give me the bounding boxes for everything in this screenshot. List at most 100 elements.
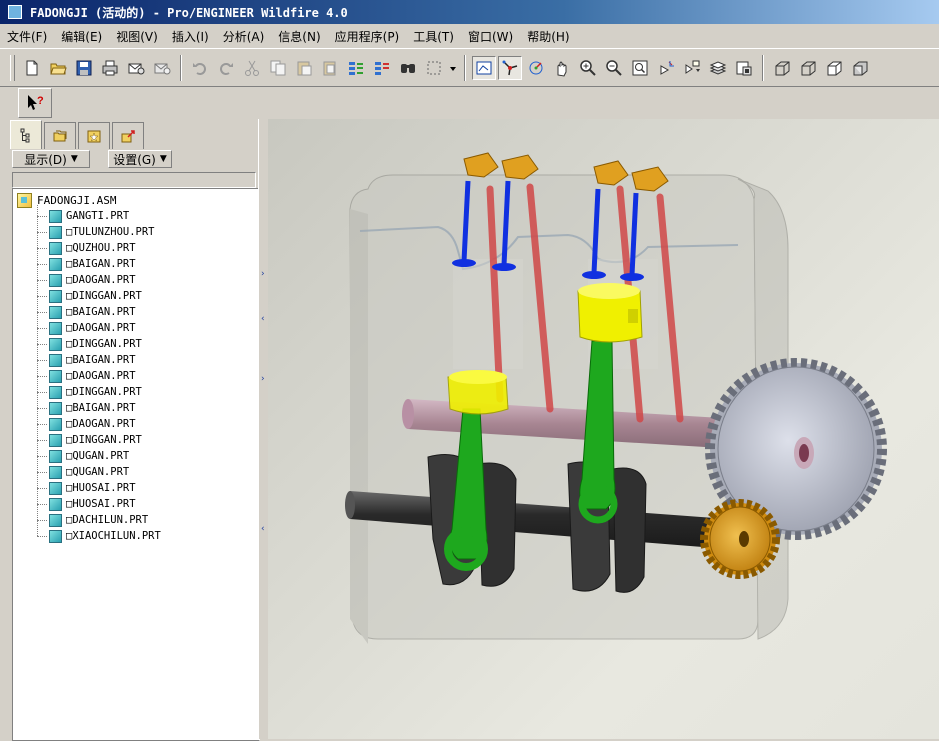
orient-mode-icon[interactable] <box>524 56 548 80</box>
chevron-left-icon[interactable]: ‹ <box>261 314 267 324</box>
view-manager-icon[interactable] <box>732 56 756 80</box>
regen-manager-icon[interactable] <box>370 56 394 80</box>
tree-item[interactable]: □BAIGAN.PRT <box>37 256 136 272</box>
context-help-icon[interactable]: ? <box>18 88 52 118</box>
email-link-icon[interactable] <box>150 56 174 80</box>
menu-window[interactable]: 窗口(W) <box>461 28 520 45</box>
reorient-icon[interactable] <box>654 56 678 80</box>
save-icon[interactable] <box>72 56 96 80</box>
refit-icon[interactable] <box>628 56 652 80</box>
chevron-left-icon[interactable]: ‹ <box>261 524 267 534</box>
email-icon[interactable] <box>124 56 148 80</box>
menu-info[interactable]: 信息(N) <box>271 28 327 45</box>
tree-item[interactable]: □DAOGAN.PRT <box>37 368 136 384</box>
pan-hand-icon[interactable] <box>550 56 574 80</box>
tree-item[interactable]: □DINGGAN.PRT <box>37 384 142 400</box>
repaint-icon[interactable] <box>472 55 496 80</box>
tree-item[interactable]: □DINGGAN.PRT <box>37 336 142 352</box>
zoom-out-icon[interactable] <box>602 56 626 80</box>
tree-item[interactable]: □BAIGAN.PRT <box>37 304 136 320</box>
zoom-in-icon[interactable] <box>576 56 600 80</box>
open-icon[interactable] <box>46 56 70 80</box>
tree-item-label: □TULUNZHOU.PRT <box>66 226 155 238</box>
tree-item-label: □QUZHOU.PRT <box>66 242 136 254</box>
tree-filter-field[interactable] <box>12 172 256 188</box>
part-icon <box>49 321 62 335</box>
show-dropdown[interactable]: 显示(D) ▼ <box>12 150 90 168</box>
tree-item[interactable]: □XIAOCHILUN.PRT <box>37 528 161 544</box>
menu-file[interactable]: 文件(F) <box>0 28 54 45</box>
small-gear <box>700 499 780 579</box>
tree-connector <box>37 295 47 297</box>
undo-icon[interactable] <box>188 56 212 80</box>
menu-insert[interactable]: 插入(I) <box>165 28 216 45</box>
tree-item[interactable]: GANGTI.PRT <box>37 208 129 224</box>
new-icon[interactable] <box>20 56 44 80</box>
tree-root[interactable]: FADONGJI.ASM <box>17 193 116 208</box>
spin-center-icon[interactable] <box>498 55 522 80</box>
layers-icon[interactable] <box>706 56 730 80</box>
tree-item[interactable]: □QUGAN.PRT <box>37 448 129 464</box>
tree-item[interactable]: □DACHILUN.PRT <box>37 512 148 528</box>
no-hidden-icon[interactable] <box>822 56 846 80</box>
menu-edit[interactable]: 编辑(E) <box>54 28 109 45</box>
tree-item-label: □BAIGAN.PRT <box>66 306 136 318</box>
chevron-right-icon[interactable]: › <box>261 269 267 279</box>
part-icon <box>49 241 62 255</box>
graphics-window[interactable] <box>268 119 939 739</box>
tree-item-label: GANGTI.PRT <box>66 210 130 222</box>
window-title: FADONGJI (活动的) - Pro/ENGINEER Wildfire 4… <box>30 5 348 20</box>
tree-item[interactable]: □DAOGAN.PRT <box>37 320 136 336</box>
tree-connector <box>37 471 47 473</box>
tree-connector <box>37 247 47 249</box>
part-icon <box>49 465 62 479</box>
folder-browser-tab[interactable] <box>44 122 76 149</box>
tree-item[interactable]: □TULUNZHOU.PRT <box>37 224 155 240</box>
connections-tab[interactable] <box>112 122 144 149</box>
tree-item[interactable]: □DAOGAN.PRT <box>37 272 136 288</box>
tree-item-label: □QUGAN.PRT <box>66 450 130 462</box>
toolbar-grip[interactable] <box>10 54 15 81</box>
print-icon[interactable] <box>98 56 122 80</box>
copy-icon[interactable] <box>266 56 290 80</box>
tree-connector <box>37 503 47 505</box>
menu-view[interactable]: 视图(V) <box>109 28 165 45</box>
cylinder-bore <box>453 259 523 369</box>
find-icon[interactable] <box>396 56 420 80</box>
tree-item[interactable]: □HUOSAI.PRT <box>37 480 136 496</box>
tree-item-label: □DINGGAN.PRT <box>66 290 142 302</box>
menu-applications[interactable]: 应用程序(P) <box>328 28 407 45</box>
select-box-icon[interactable] <box>422 56 446 80</box>
cut-icon[interactable] <box>240 56 264 80</box>
tree-item[interactable]: □QUGAN.PRT <box>37 464 129 480</box>
tree-item-label: □DAOGAN.PRT <box>66 370 136 382</box>
tree-item[interactable]: □QUZHOU.PRT <box>37 240 136 256</box>
favorites-tab[interactable] <box>78 122 110 149</box>
menu-help[interactable]: 帮助(H) <box>520 28 576 45</box>
tree-connector <box>37 487 47 489</box>
redo-icon[interactable] <box>214 56 238 80</box>
chevron-right-icon[interactable]: › <box>261 374 267 384</box>
paste-special-icon[interactable] <box>318 56 342 80</box>
tree-item[interactable]: □DINGGAN.PRT <box>37 288 142 304</box>
paste-icon[interactable] <box>292 56 316 80</box>
saved-views-icon[interactable] <box>680 56 704 80</box>
dropdown-arrow-icon[interactable] <box>448 56 458 80</box>
menu-tools[interactable]: 工具(T) <box>406 28 461 45</box>
tree-item[interactable]: □DINGGAN.PRT <box>37 432 142 448</box>
part-icon <box>49 225 62 239</box>
tree-item[interactable]: □HUOSAI.PRT <box>37 496 136 512</box>
regenerate-icon[interactable] <box>344 56 368 80</box>
wireframe-icon[interactable] <box>770 56 794 80</box>
tree-item[interactable]: □BAIGAN.PRT <box>37 352 136 368</box>
part-icon <box>49 497 62 511</box>
hidden-line-icon[interactable] <box>796 56 820 80</box>
settings-dropdown[interactable]: 设置(G) ▼ <box>108 150 172 168</box>
part-icon <box>49 449 62 463</box>
menu-analysis[interactable]: 分析(A) <box>216 28 272 45</box>
tree-item-label: □DINGGAN.PRT <box>66 386 142 398</box>
model-tree-tab[interactable] <box>10 120 42 149</box>
tree-item[interactable]: □BAIGAN.PRT <box>37 400 136 416</box>
shading-icon[interactable] <box>848 56 872 80</box>
tree-item[interactable]: □DAOGAN.PRT <box>37 416 136 432</box>
